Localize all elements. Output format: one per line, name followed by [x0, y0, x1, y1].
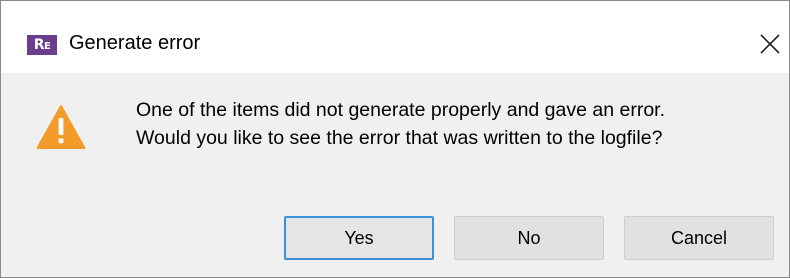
warning-icon: [36, 105, 86, 149]
message-line-2: Would you like to see the error that was…: [136, 127, 663, 149]
message-line-1: One of the items did not generate proper…: [136, 99, 665, 121]
cancel-button[interactable]: Cancel: [624, 216, 774, 260]
window-title: Generate error: [69, 32, 201, 54]
no-button[interactable]: No: [454, 216, 604, 260]
app-icon: RE: [27, 35, 57, 55]
close-icon: [760, 34, 780, 54]
generate-error-dialog: RE Generate error One of the items did n…: [0, 0, 790, 278]
error-message: One of the items did not generate proper…: [136, 96, 665, 152]
title-bar[interactable]: RE Generate error: [1, 1, 789, 73]
yes-button[interactable]: Yes: [284, 216, 434, 260]
close-button[interactable]: [749, 25, 789, 65]
